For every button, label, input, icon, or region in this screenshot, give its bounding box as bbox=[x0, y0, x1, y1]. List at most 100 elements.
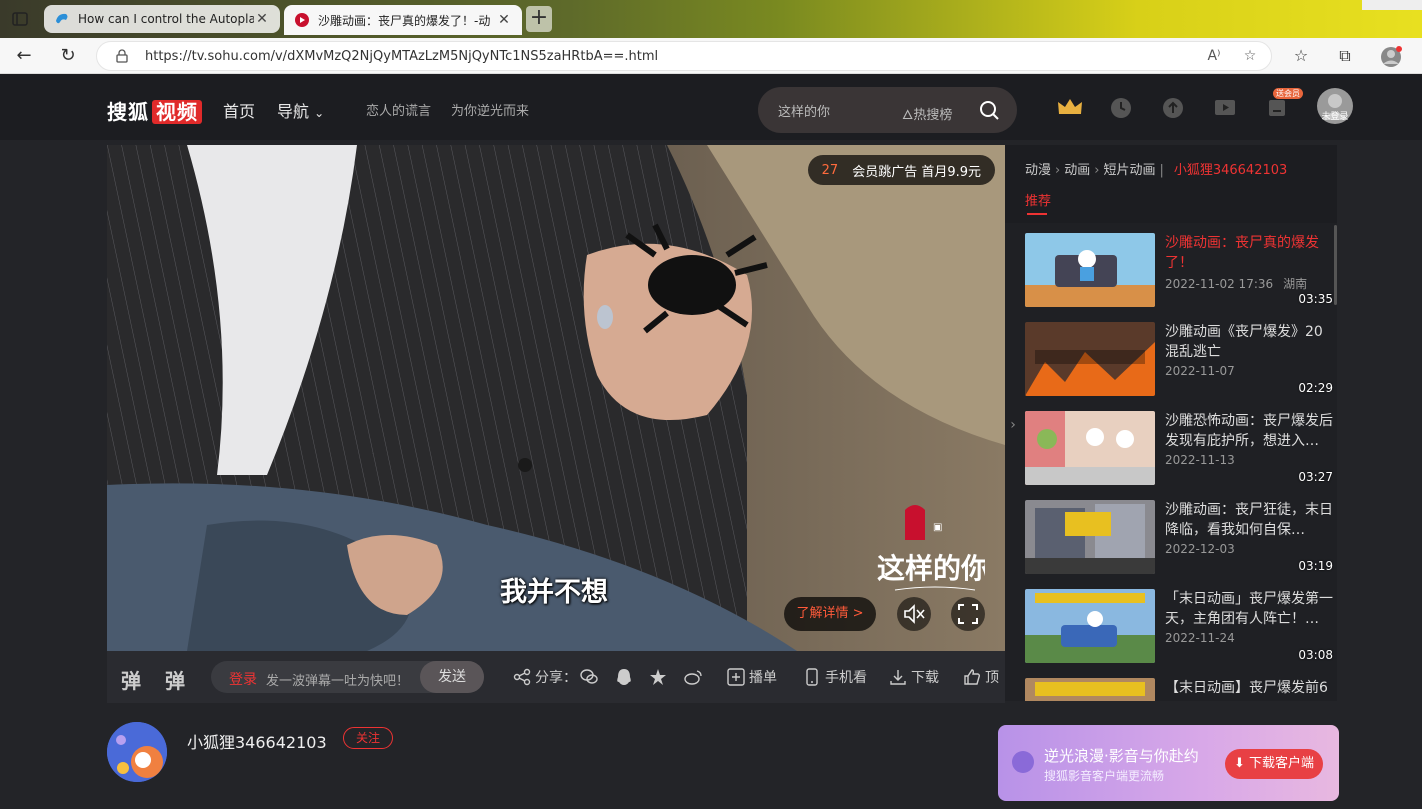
chevron-right-icon[interactable]: › bbox=[1005, 395, 1021, 455]
sohu-logo[interactable]: 搜狐 视频 bbox=[107, 96, 202, 125]
client-promo-banner[interactable]: 逆光浪漫·影音与你赴约 搜狐影音客户端更流畅 ⬇ 下载客户端 bbox=[998, 725, 1339, 801]
download-client-button[interactable]: ⬇ 下载客户端 bbox=[1225, 749, 1323, 779]
rec-item[interactable]: 02:29 沙雕动画《丧尸爆发》20混乱逃亡 2022-11-07 bbox=[1025, 322, 1337, 398]
video-thumbnail bbox=[1025, 233, 1155, 307]
gift-vip-badge: 送会员 bbox=[1273, 88, 1303, 99]
follow-button[interactable]: 关注 bbox=[343, 727, 393, 749]
qzone-star-icon[interactable] bbox=[649, 668, 667, 686]
profile-icon[interactable] bbox=[1380, 46, 1402, 67]
like-label: 顶 bbox=[985, 670, 999, 686]
playlist-button[interactable]: 播单 bbox=[727, 667, 777, 687]
share-group: 分享： bbox=[513, 667, 577, 687]
svg-text:这样的你: 这样的你 bbox=[877, 552, 985, 585]
download-button[interactable]: 下载 bbox=[889, 667, 939, 687]
mobile-watch-button[interactable]: 手机看 bbox=[803, 667, 867, 687]
upload-icon[interactable] bbox=[1161, 96, 1185, 120]
login-avatar[interactable]: 未登录 bbox=[1317, 88, 1353, 124]
rec-item[interactable]: 03:27 沙雕恐怖动画：丧尸爆发后发现有庇护所，想进入… 2022-11-13 bbox=[1025, 411, 1337, 487]
fullscreen-icon bbox=[958, 604, 978, 624]
rec-item[interactable]: 03:08 「末日动画」丧尸爆发第一天，主角团有人阵亡！… 2022-11-24 bbox=[1025, 589, 1337, 665]
close-tab-icon[interactable]: ✕ bbox=[496, 12, 512, 28]
refresh-icon[interactable]: ↻ bbox=[56, 44, 80, 68]
url-box[interactable]: https://tv.sohu.com/v/dXMvMzQ2NjQyMTAzLz… bbox=[96, 41, 1272, 71]
rec-item[interactable]: 03:19 沙雕动画：丧尸狂徒，末日降临，看我如何自保… 2022-12-03 bbox=[1025, 500, 1337, 576]
skip-ad-pill[interactable]: 27 会员跳广告 首月9.9元 bbox=[807, 155, 995, 185]
crumb-anime[interactable]: 动漫 bbox=[1025, 163, 1051, 178]
add-playlist-icon bbox=[727, 668, 745, 686]
phone-icon bbox=[806, 668, 818, 686]
rec-item[interactable]: 03:35 沙雕动画：丧尸真的爆发了！ 2022-11-02 17:36 湖南 bbox=[1025, 233, 1337, 309]
search-input[interactable]: 这样的你 bbox=[778, 101, 830, 120]
crumb-animation[interactable]: 动画 bbox=[1064, 163, 1090, 178]
video-date: 2022-12-03 bbox=[1165, 542, 1235, 556]
uploader-avatar[interactable] bbox=[107, 722, 167, 782]
wechat-icon[interactable] bbox=[579, 667, 599, 687]
nav-home[interactable]: 首页 bbox=[223, 98, 255, 122]
ad-text: 会员跳广告 首月9.9元 bbox=[852, 164, 981, 180]
promo-title: 逆光浪漫·影音与你赴约 bbox=[1044, 747, 1199, 765]
like-button[interactable]: 顶 bbox=[963, 667, 999, 687]
logo-text: 搜狐 bbox=[107, 100, 149, 124]
search-icon[interactable] bbox=[978, 99, 1000, 121]
video-play-icon[interactable] bbox=[1213, 96, 1237, 120]
video-meta: 2022-11-24 bbox=[1165, 631, 1235, 645]
url-text[interactable]: https://tv.sohu.com/v/dXMvMzQ2NjQyMTAzLz… bbox=[145, 49, 658, 64]
crumb-author[interactable]: 小狐狸346642103 bbox=[1174, 163, 1287, 178]
show-watermark-logo: ▣ 这样的你 bbox=[877, 505, 985, 591]
share-icon[interactable] bbox=[513, 668, 531, 686]
search-box[interactable]: 这样的你 🜂热搜榜 bbox=[758, 87, 1017, 133]
add-favorite-icon[interactable]: ☆ bbox=[1241, 48, 1259, 66]
qq-icon[interactable] bbox=[615, 667, 633, 687]
promo-subtitle: 搜狐影音客户端更流畅 bbox=[1044, 769, 1165, 783]
promo-play-icon bbox=[1012, 751, 1034, 773]
mute-button[interactable] bbox=[897, 597, 931, 631]
nav-link-lovers-lie[interactable]: 恋人的谎言 bbox=[366, 100, 431, 119]
history-icon[interactable] bbox=[1109, 96, 1133, 120]
learn-more-button[interactable]: 了解详情 > bbox=[784, 597, 876, 631]
panel-scrollbar[interactable] bbox=[1334, 225, 1337, 305]
mobile-label: 手机看 bbox=[825, 670, 867, 686]
vip-crown-icon[interactable] bbox=[1056, 96, 1084, 120]
crumb-short[interactable]: 短片动画 bbox=[1103, 163, 1155, 178]
new-tab-button[interactable]: + bbox=[526, 6, 552, 32]
video-title: 沙雕动画：丧尸狂徒，末日降临，看我如何自保… bbox=[1165, 502, 1333, 538]
favorites-icon[interactable]: ☆ bbox=[1291, 46, 1311, 66]
hot-search-link[interactable]: 🜂热搜榜 bbox=[902, 101, 952, 127]
danmu-login-link[interactable]: 登录 bbox=[229, 669, 257, 689]
thumbs-up-icon bbox=[964, 669, 981, 685]
nav-guide[interactable]: 导航 ⌄ bbox=[277, 98, 324, 122]
close-tab-icon[interactable]: ✕ bbox=[254, 11, 270, 27]
video-player[interactable]: 27 会员跳广告 首月9.9元 ▣ 这样的你 我并不想 了解详情 > bbox=[107, 145, 1005, 651]
video-duration: 03:08 bbox=[1298, 648, 1333, 662]
address-bar: ← ↻ https://tv.sohu.com/v/dXMvMzQ2NjQyMT… bbox=[0, 38, 1422, 74]
download-icon bbox=[890, 670, 906, 685]
video-thumbnail bbox=[1025, 322, 1155, 396]
video-meta: 2022-11-07 bbox=[1165, 364, 1235, 378]
read-aloud-icon[interactable]: A⁾ bbox=[1205, 48, 1223, 66]
collections-icon[interactable]: ⧉ bbox=[1335, 46, 1355, 66]
tab-title: 沙雕动画：丧尸真的爆发了！-动 bbox=[318, 13, 491, 28]
fullscreen-button[interactable] bbox=[951, 597, 985, 631]
tab-autoplay[interactable]: How can I control the Autoplay o ✕ bbox=[44, 5, 280, 33]
danmu-settings-icon[interactable]: 弹 bbox=[165, 665, 185, 694]
uploader-name[interactable]: 小狐狸346642103 bbox=[187, 729, 327, 753]
danmu-send-button[interactable]: 发送 bbox=[420, 661, 484, 693]
tab-sohu[interactable]: 沙雕动画：丧尸真的爆发了！-动 ✕ bbox=[284, 5, 522, 35]
video-duration: 03:19 bbox=[1298, 559, 1333, 573]
video-meta: 2022-12-03 bbox=[1165, 542, 1235, 556]
video-meta: 2022-11-13 bbox=[1165, 453, 1235, 467]
danmu-toggle-icon[interactable]: 弹 bbox=[121, 665, 141, 694]
nav-link-backlight[interactable]: 为你逆光而来 bbox=[451, 100, 529, 119]
weibo-icon[interactable] bbox=[683, 668, 703, 686]
muted-speaker-icon bbox=[904, 604, 925, 624]
danmu-placeholder[interactable]: 发一波弹幕一吐为快吧！ bbox=[266, 670, 409, 689]
back-icon[interactable]: ← bbox=[12, 44, 36, 68]
window-controls[interactable] bbox=[1362, 0, 1422, 10]
video-title: 沙雕动画《丧尸爆发》20混乱逃亡 bbox=[1165, 324, 1323, 360]
tab-recommend[interactable]: 推荐 bbox=[1025, 190, 1051, 215]
client-icon[interactable] bbox=[1265, 96, 1289, 120]
tab-actions-icon[interactable] bbox=[8, 8, 32, 30]
svg-text:▣: ▣ bbox=[933, 522, 942, 533]
danmu-input[interactable]: 登录 发一波弹幕一吐为快吧！ 发送 bbox=[211, 661, 484, 693]
rec-item[interactable]: 【末日动画】丧尸爆发前6 bbox=[1025, 678, 1337, 701]
